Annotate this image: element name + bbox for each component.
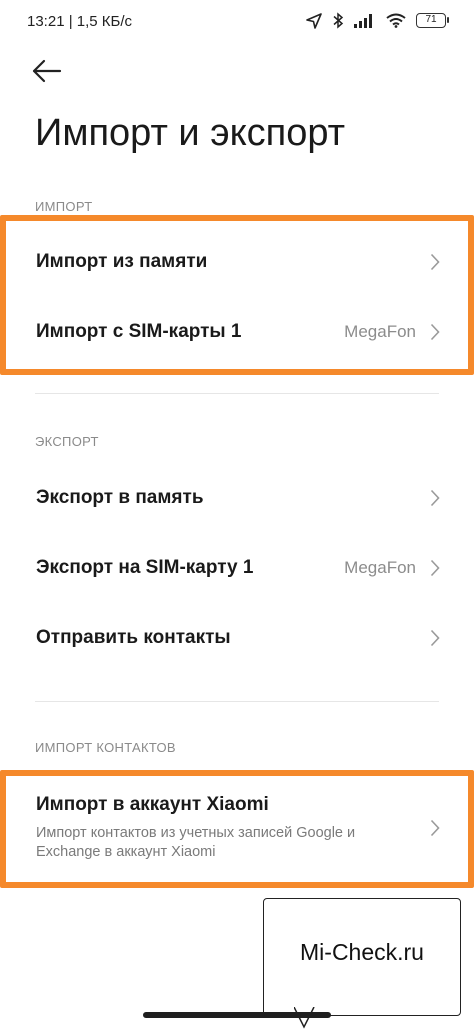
section-header-export: ЭКСПОРТ xyxy=(35,434,99,449)
watermark-callout: Mi-Check.ru xyxy=(263,898,461,1029)
chevron-right-icon xyxy=(430,559,440,577)
export-to-sim-item[interactable]: Экспорт на SIM-карту 1 MegaFon xyxy=(0,536,474,600)
item-label: Экспорт на SIM-карту 1 xyxy=(36,557,254,578)
callout-tail xyxy=(294,1007,315,1029)
chevron-right-icon xyxy=(430,629,440,647)
signal-icon xyxy=(354,13,372,28)
location-icon xyxy=(306,12,322,29)
chevron-right-icon xyxy=(430,489,440,507)
highlight-frame-xiaomi xyxy=(0,770,474,888)
item-value: MegaFon xyxy=(344,558,416,577)
item-label: Отправить контакты xyxy=(36,627,231,648)
send-contacts-item[interactable]: Отправить контакты xyxy=(0,606,474,670)
home-indicator[interactable] xyxy=(143,1012,331,1018)
divider xyxy=(35,393,439,394)
wifi-icon xyxy=(386,13,406,28)
bluetooth-icon xyxy=(333,12,344,29)
page-title: Импорт и экспорт xyxy=(35,112,346,154)
back-button[interactable] xyxy=(30,55,66,87)
status-icons: 71 xyxy=(306,12,449,29)
status-bar: 13:21 | 1,5 КБ/с 71 xyxy=(0,0,474,44)
watermark-text: Mi-Check.ru xyxy=(300,939,424,965)
item-label: Экспорт в память xyxy=(36,487,204,508)
divider xyxy=(35,701,439,702)
battery-icon: 71 xyxy=(416,13,449,28)
section-header-import-contacts: ИМПОРТ КОНТАКТОВ xyxy=(35,740,176,755)
section-header-import: ИМПОРТ xyxy=(35,199,93,214)
export-to-memory-item[interactable]: Экспорт в память xyxy=(0,466,474,530)
status-time: 13:21 | 1,5 КБ/с xyxy=(27,13,133,30)
highlight-frame-import xyxy=(0,215,474,375)
arrow-left-icon xyxy=(32,59,62,83)
